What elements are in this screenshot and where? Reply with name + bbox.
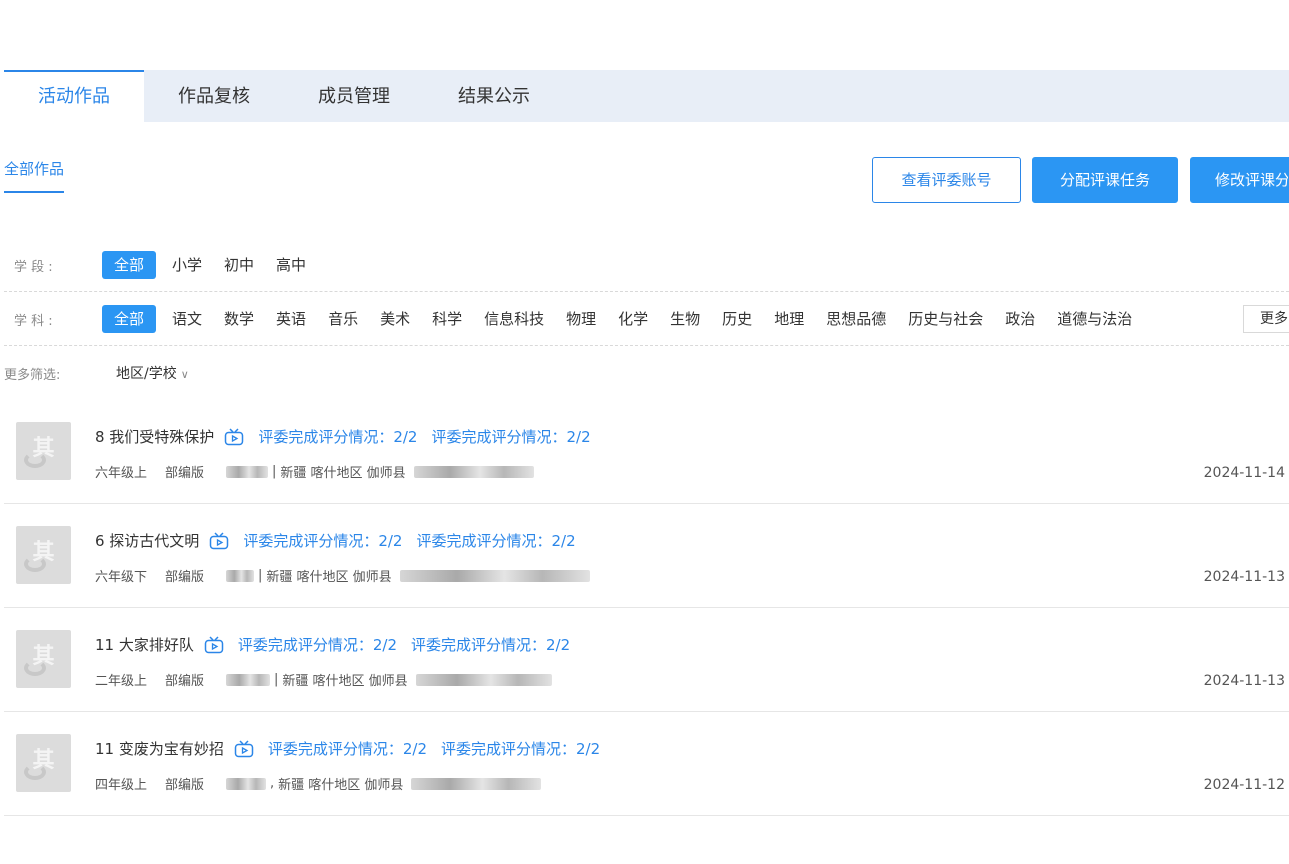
- subject-option-history-society[interactable]: 历史与社会: [902, 305, 989, 333]
- subject-option-it[interactable]: 信息科技: [478, 305, 550, 333]
- subject-option-ideology[interactable]: 思想品德: [820, 305, 892, 333]
- filter-divider: [4, 291, 1289, 292]
- work-thumbnail[interactable]: 其: [16, 734, 71, 792]
- video-icon[interactable]: [204, 635, 224, 654]
- region-school-select[interactable]: 地区/学校 ∨: [116, 363, 189, 383]
- work-title[interactable]: 8 我们受特殊保护: [95, 426, 214, 447]
- subject-more-button[interactable]: 更多: [1243, 305, 1289, 333]
- edition-label: 部编版: [165, 674, 205, 689]
- subject-option-english[interactable]: 英语: [270, 305, 312, 333]
- judge-score-status: 评委完成评分情况：2/2: [243, 532, 403, 550]
- work-date: 2024-11-14: [1203, 465, 1285, 481]
- redacted-text: [411, 777, 542, 790]
- music-note-icon: [24, 452, 46, 468]
- redacted-text: [226, 777, 267, 790]
- region-label: 新疆 喀什地区 伽师县: [266, 570, 392, 585]
- more-filter-row: 更多筛选: 地区/学校 ∨: [4, 360, 1289, 386]
- video-icon[interactable]: [209, 531, 229, 550]
- list-item: 其 11 大家排好队 评委完成评分情况：2/2 评委完成评分情况：2/2 二年级…: [4, 612, 1289, 712]
- grade-label: 二年级上: [95, 674, 148, 689]
- subject-option-chinese[interactable]: 语文: [166, 305, 208, 333]
- work-thumbnail[interactable]: 其: [16, 630, 71, 688]
- judge-score-status: 评委完成评分情况：2/2: [416, 532, 576, 550]
- more-filter-label: 更多筛选:: [4, 367, 61, 383]
- modify-review-scores-button[interactable]: 修改评课分: [1190, 157, 1289, 203]
- stage-filter-row: 学 段 : 全部 小学 初中 高中: [4, 250, 1289, 280]
- subtab-all-works[interactable]: 全部作品: [4, 158, 65, 193]
- stage-option-primary[interactable]: 小学: [166, 251, 208, 279]
- judge-score-status: 评委完成评分情况：2/2: [431, 428, 591, 446]
- subject-option-morality-law[interactable]: 道德与法治: [1051, 305, 1138, 333]
- grade-label: 四年级上: [95, 778, 148, 793]
- work-title[interactable]: 11 大家排好队: [95, 634, 194, 655]
- subject-option-chemistry[interactable]: 化学: [612, 305, 654, 333]
- music-note-icon: [24, 556, 46, 572]
- judge-score-status: 评委完成评分情况：2/2: [237, 636, 398, 654]
- filter-divider: [4, 345, 1289, 346]
- stage-filter-label: 学 段 :: [14, 259, 53, 275]
- subject-option-biology[interactable]: 生物: [664, 305, 706, 333]
- judge-score-status: 评委完成评分情况：2/2: [258, 428, 418, 446]
- separator: ,: [270, 776, 275, 791]
- subject-option-physics[interactable]: 物理: [560, 305, 602, 333]
- video-icon[interactable]: [224, 427, 244, 446]
- tab-results-publicity[interactable]: 结果公示: [424, 70, 564, 122]
- grade-label: 六年级下: [95, 570, 148, 585]
- judge-score-status: 评委完成评分情况：2/2: [267, 740, 428, 758]
- stage-option-senior[interactable]: 高中: [270, 251, 312, 279]
- video-icon[interactable]: [234, 739, 254, 758]
- redacted-text: [226, 569, 255, 582]
- subject-option-geography[interactable]: 地理: [768, 305, 810, 333]
- region-label: 新疆 喀什地区 伽师县: [280, 466, 406, 481]
- grade-label: 六年级上: [95, 466, 148, 481]
- edition-label: 部编版: [165, 778, 205, 793]
- redacted-text: [399, 569, 590, 582]
- separator: |: [258, 568, 263, 583]
- music-note-icon: [24, 764, 46, 780]
- region-label: 新疆 喀什地区 伽师县: [282, 674, 408, 689]
- region-school-select-label: 地区/学校: [116, 366, 177, 382]
- subject-option-history[interactable]: 历史: [716, 305, 758, 333]
- stage-option-junior[interactable]: 初中: [218, 251, 260, 279]
- tab-member-management[interactable]: 成员管理: [284, 70, 424, 122]
- judge-score-status: 评委完成评分情况：2/2: [411, 636, 571, 654]
- list-item: 其 6 探访古代文明 评委完成评分情况：2/2 评委完成评分情况：2/2 六年级…: [4, 508, 1289, 608]
- work-date: 2024-11-13: [1203, 569, 1285, 585]
- assign-review-tasks-button[interactable]: 分配评课任务: [1032, 157, 1178, 203]
- main-tab-bar: 活动作品 作品复核 成员管理 结果公示: [4, 70, 1289, 122]
- view-judge-accounts-button[interactable]: 查看评委账号: [872, 157, 1021, 203]
- tab-works-review[interactable]: 作品复核: [144, 70, 284, 122]
- chevron-down-icon: ∨: [180, 368, 189, 381]
- work-title[interactable]: 6 探访古代文明: [95, 530, 199, 551]
- edition-label: 部编版: [165, 570, 205, 585]
- subject-filter-label: 学 科 :: [14, 313, 53, 329]
- work-date: 2024-11-13: [1203, 673, 1285, 689]
- work-thumbnail[interactable]: 其: [16, 422, 71, 480]
- redacted-text: [415, 673, 552, 686]
- separator: |: [272, 464, 277, 479]
- edition-label: 部编版: [165, 466, 205, 481]
- list-item: 其 8 我们受特殊保护 评委完成评分情况：2/2 评委完成评分情况：2/2 六年…: [4, 404, 1289, 504]
- tab-activity-works[interactable]: 活动作品: [4, 70, 144, 122]
- subject-option-all[interactable]: 全部: [102, 305, 157, 333]
- list-item: 其 11 变废为宝有妙招 评委完成评分情况：2/2 评委完成评分情况：2/2 四…: [4, 716, 1289, 816]
- work-date: 2024-11-12: [1203, 777, 1285, 793]
- region-label: 新疆 喀什地区 伽师县: [278, 778, 404, 793]
- work-thumbnail[interactable]: 其: [16, 526, 71, 584]
- subject-option-art[interactable]: 美术: [374, 305, 416, 333]
- subject-option-politics[interactable]: 政治: [999, 305, 1041, 333]
- subject-option-music[interactable]: 音乐: [322, 305, 364, 333]
- stage-option-all[interactable]: 全部: [102, 251, 157, 279]
- separator: |: [274, 672, 279, 687]
- work-title[interactable]: 11 变废为宝有妙招: [95, 738, 224, 759]
- subject-filter-row: 学 科 : 全部 语文 数学 英语 音乐 美术 科学 信息科技 物理 化学 生物…: [4, 304, 1289, 334]
- redacted-text: [413, 465, 534, 478]
- subject-option-math[interactable]: 数学: [218, 305, 260, 333]
- redacted-text: [226, 673, 271, 686]
- subject-option-science[interactable]: 科学: [426, 305, 468, 333]
- redacted-text: [226, 465, 269, 478]
- music-note-icon: [24, 660, 46, 676]
- judge-score-status: 评委完成评分情况：2/2: [441, 740, 601, 758]
